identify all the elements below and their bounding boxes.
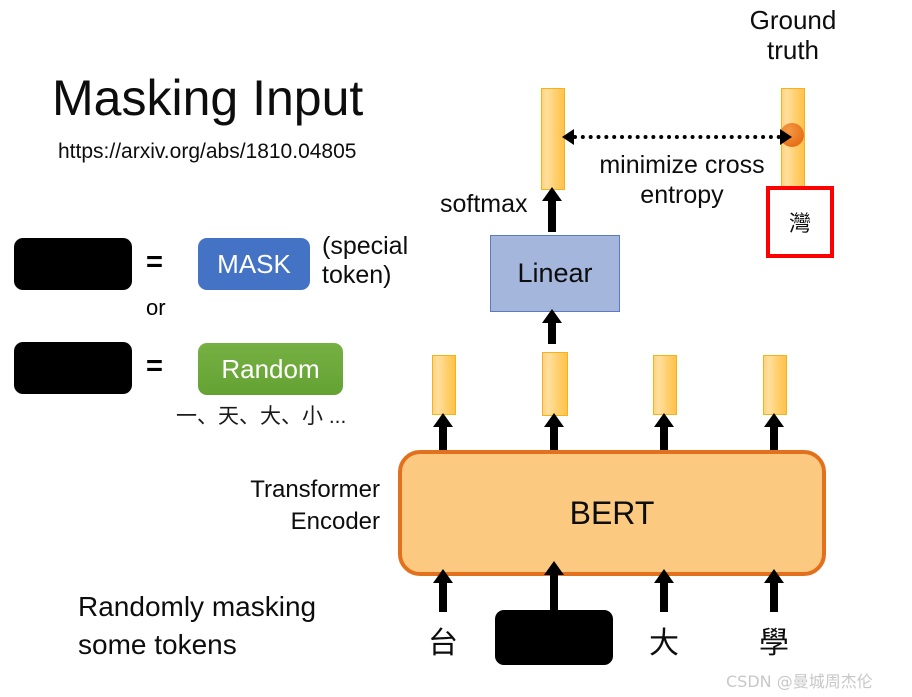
black-mask-swatch-2 — [14, 342, 132, 394]
mask-token-label: MASK — [217, 248, 291, 279]
bert-output-arrow-4 — [764, 413, 784, 450]
arrow-head-right — [780, 129, 792, 145]
input-token-1: 台 — [428, 626, 458, 661]
input-token-3: 大 — [649, 626, 679, 661]
bert-input-arrow-4 — [764, 569, 784, 612]
mask-token-chip[interactable]: MASK — [198, 238, 310, 290]
random-token-examples: 一、天、大、小 ... — [176, 405, 347, 428]
page-title: Masking Input — [52, 70, 364, 126]
bert-output-arrow-2 — [544, 413, 564, 450]
bert-input-arrow-1 — [433, 569, 453, 612]
equals-sign-1: = — [146, 246, 163, 278]
mask-token-note: (special token) — [322, 232, 442, 290]
bert-output-bar-3 — [653, 355, 677, 415]
ground-truth-line-2: truth — [766, 34, 820, 65]
random-token-chip[interactable]: Random — [198, 343, 343, 395]
mask-note-line2: token) — [322, 261, 392, 289]
bert-output-bar-2 — [542, 352, 568, 416]
bert-output-arrow-1 — [433, 413, 453, 450]
arrow-head-left — [562, 129, 574, 145]
encoder-label-line-2: Encoder — [290, 508, 380, 536]
softmax-arrow-icon — [542, 187, 562, 232]
encoder-label: Transformer Encoder — [180, 474, 380, 539]
input-token-2-masked — [495, 610, 613, 665]
linear-layer-label: Linear — [517, 258, 593, 288]
softmax-label: softmax — [440, 190, 528, 218]
ground-truth-label: Ground truth — [728, 5, 858, 66]
random-token-label: Random — [221, 353, 320, 384]
bert-output-bar-1 — [432, 355, 456, 415]
ground-truth-token-box: 灣 — [766, 186, 834, 258]
watermark: CSDN @曼城周杰伦 — [726, 672, 873, 691]
bert-output-arrow-3 — [654, 413, 674, 450]
loss-objective-label: minimize cross entropy — [576, 150, 788, 210]
equals-sign-2: = — [146, 350, 163, 382]
caption-line-1: Randomly masking — [78, 591, 317, 622]
bert-model-box: BERT — [398, 450, 826, 576]
bert-model-label: BERT — [569, 494, 655, 531]
caption-line-2: some tokens — [78, 629, 237, 661]
mask-note-line1: (special — [322, 232, 409, 260]
ground-truth-token: 灣 — [788, 212, 811, 237]
linear-layer-box: Linear — [490, 235, 620, 312]
black-mask-swatch-1 — [14, 238, 132, 290]
slide-canvas: Masking Input https://arxiv.org/abs/1810… — [0, 0, 912, 697]
bert-output-bar-4 — [763, 355, 787, 415]
ground-truth-line-1: Ground — [749, 5, 837, 35]
encoder-label-line-1: Transformer — [250, 476, 380, 503]
slide-caption: Randomly masking some tokens — [78, 588, 398, 664]
or-connector: or — [146, 295, 166, 320]
bert-input-arrow-3 — [654, 569, 674, 612]
input-token-4: 學 — [759, 626, 789, 661]
bert-input-arrow-2 — [544, 561, 564, 612]
paper-url[interactable]: https://arxiv.org/abs/1810.04805 — [58, 140, 356, 164]
loss-objective-line-2: entropy — [640, 181, 724, 209]
linear-input-arrow-icon — [542, 309, 562, 344]
loss-objective-line-1: minimize cross — [599, 151, 765, 179]
